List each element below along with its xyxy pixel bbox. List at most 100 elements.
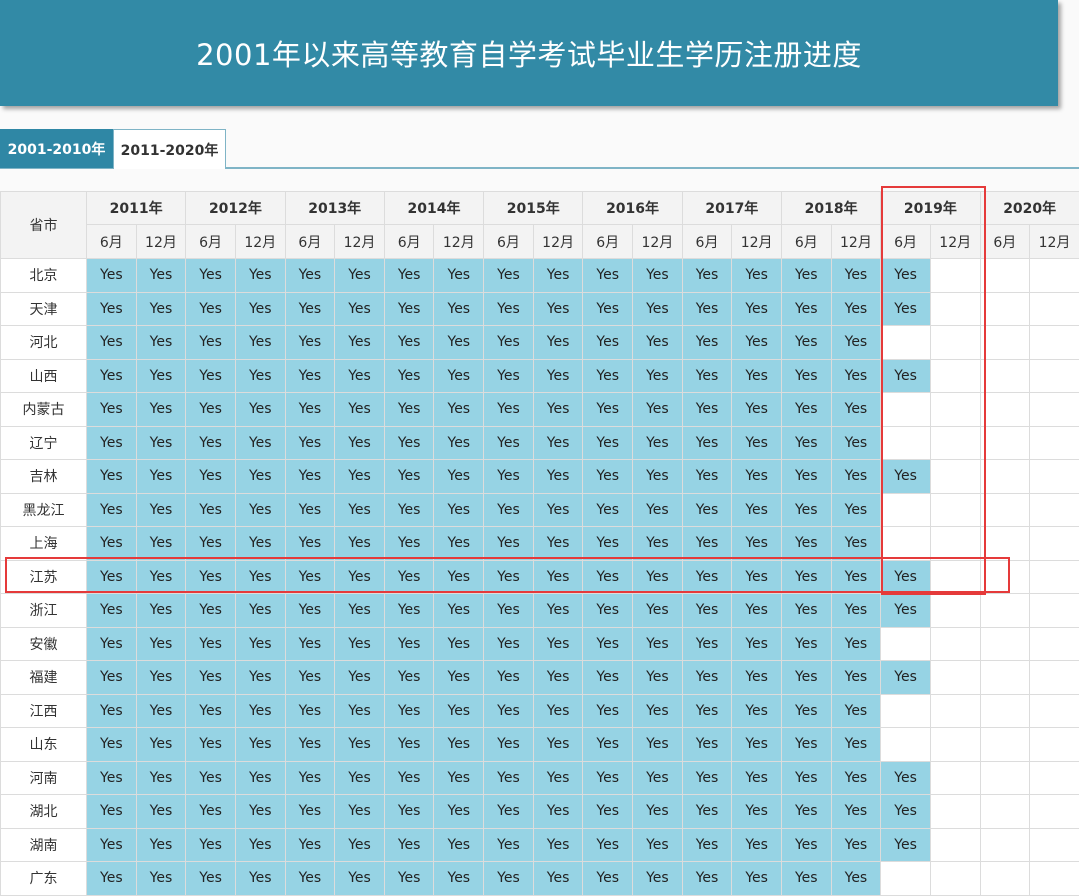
status-cell-yes: Yes <box>533 594 583 628</box>
status-cell-yes: Yes <box>831 862 881 896</box>
month-header: 6月 <box>781 225 831 259</box>
province-column-header: 省市 <box>1 192 87 259</box>
status-cell-yes: Yes <box>633 594 683 628</box>
status-cell-yes: Yes <box>583 359 633 393</box>
province-cell: 黑龙江 <box>1 493 87 527</box>
status-cell-yes: Yes <box>335 493 385 527</box>
status-cell-yes: Yes <box>384 359 434 393</box>
status-cell-yes: Yes <box>583 795 633 829</box>
status-cell-yes: Yes <box>335 795 385 829</box>
status-cell-yes: Yes <box>285 594 335 628</box>
status-cell-yes: Yes <box>186 828 236 862</box>
status-cell-yes: Yes <box>583 694 633 728</box>
status-cell-yes: Yes <box>484 627 534 661</box>
status-cell-empty <box>1030 393 1079 427</box>
status-cell-yes: Yes <box>384 594 434 628</box>
status-cell-empty <box>930 292 980 326</box>
status-cell-yes: Yes <box>186 594 236 628</box>
status-cell-yes: Yes <box>484 560 534 594</box>
period-tabs: 2001-2010年 2011-2020年 <box>0 129 1079 169</box>
status-cell-yes: Yes <box>136 627 186 661</box>
status-cell-yes: Yes <box>633 795 683 829</box>
status-cell-yes: Yes <box>235 359 285 393</box>
status-cell-yes: Yes <box>781 460 831 494</box>
status-cell-yes: Yes <box>682 326 732 360</box>
status-cell-yes: Yes <box>732 560 782 594</box>
status-cell-yes: Yes <box>434 426 484 460</box>
province-cell: 山东 <box>1 728 87 762</box>
status-cell-yes: Yes <box>732 862 782 896</box>
status-cell-yes: Yes <box>533 393 583 427</box>
year-header: 2013年 <box>285 192 384 225</box>
status-cell-yes: Yes <box>136 259 186 293</box>
status-cell-yes: Yes <box>434 594 484 628</box>
month-header: 12月 <box>533 225 583 259</box>
status-cell-yes: Yes <box>285 728 335 762</box>
status-cell-yes: Yes <box>682 259 732 293</box>
table-row: 江西YesYesYesYesYesYesYesYesYesYesYesYesYe… <box>1 694 1079 728</box>
status-cell-yes: Yes <box>384 761 434 795</box>
status-cell-yes: Yes <box>831 560 881 594</box>
table-row: 河北YesYesYesYesYesYesYesYesYesYesYesYesYe… <box>1 326 1079 360</box>
status-cell-yes: Yes <box>633 862 683 896</box>
province-cell: 福建 <box>1 661 87 695</box>
status-cell-yes: Yes <box>136 393 186 427</box>
status-cell-yes: Yes <box>781 393 831 427</box>
status-cell-yes: Yes <box>732 493 782 527</box>
status-cell-yes: Yes <box>186 292 236 326</box>
month-header: 6月 <box>87 225 137 259</box>
status-cell-yes: Yes <box>583 661 633 695</box>
status-cell-yes: Yes <box>285 761 335 795</box>
status-cell-yes: Yes <box>285 426 335 460</box>
status-cell-yes: Yes <box>831 426 881 460</box>
status-cell-yes: Yes <box>384 393 434 427</box>
status-cell-empty <box>881 527 931 561</box>
status-cell-yes: Yes <box>881 661 931 695</box>
month-header: 6月 <box>285 225 335 259</box>
status-cell-empty <box>1030 594 1079 628</box>
status-cell-empty <box>980 828 1030 862</box>
month-header: 12月 <box>1030 225 1079 259</box>
status-cell-yes: Yes <box>633 359 683 393</box>
status-cell-yes: Yes <box>235 292 285 326</box>
status-cell-yes: Yes <box>285 560 335 594</box>
status-cell-yes: Yes <box>633 426 683 460</box>
status-cell-empty <box>930 493 980 527</box>
status-cell-yes: Yes <box>434 627 484 661</box>
status-cell-empty <box>1030 460 1079 494</box>
status-cell-yes: Yes <box>533 862 583 896</box>
province-cell: 上海 <box>1 527 87 561</box>
status-cell-yes: Yes <box>484 493 534 527</box>
status-cell-yes: Yes <box>285 527 335 561</box>
status-cell-yes: Yes <box>831 359 881 393</box>
tab-2011-2020[interactable]: 2011-2020年 <box>113 129 226 169</box>
status-cell-yes: Yes <box>235 326 285 360</box>
status-cell-empty <box>881 627 931 661</box>
status-cell-empty <box>980 694 1030 728</box>
status-cell-yes: Yes <box>633 393 683 427</box>
status-cell-empty <box>1030 259 1079 293</box>
status-cell-empty <box>930 359 980 393</box>
month-header: 12月 <box>930 225 980 259</box>
status-cell-yes: Yes <box>732 527 782 561</box>
status-cell-yes: Yes <box>87 460 137 494</box>
status-cell-yes: Yes <box>136 795 186 829</box>
status-cell-yes: Yes <box>533 661 583 695</box>
status-cell-yes: Yes <box>285 493 335 527</box>
table-row: 内蒙古YesYesYesYesYesYesYesYesYesYesYesYesY… <box>1 393 1079 427</box>
status-cell-yes: Yes <box>285 326 335 360</box>
status-cell-yes: Yes <box>335 694 385 728</box>
status-cell-yes: Yes <box>732 326 782 360</box>
year-header: 2011年 <box>87 192 186 225</box>
status-cell-empty <box>930 393 980 427</box>
status-cell-yes: Yes <box>781 828 831 862</box>
status-cell-yes: Yes <box>583 560 633 594</box>
province-cell: 广东 <box>1 862 87 896</box>
status-cell-yes: Yes <box>384 627 434 661</box>
status-cell-yes: Yes <box>781 694 831 728</box>
year-header: 2020年 <box>980 192 1079 225</box>
status-cell-yes: Yes <box>484 426 534 460</box>
tab-2001-2010[interactable]: 2001-2010年 <box>0 129 113 168</box>
page-title: 2001年以来高等教育自学考试毕业生学历注册进度 <box>196 32 862 74</box>
month-header: 12月 <box>434 225 484 259</box>
